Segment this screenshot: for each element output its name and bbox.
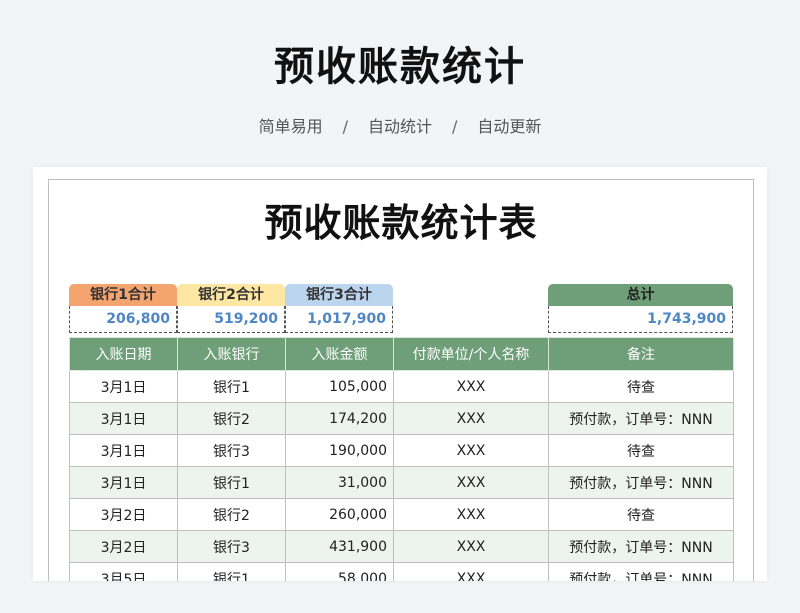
summary-bank3-value: 1,017,900 bbox=[285, 306, 393, 333]
cell-remark[interactable]: 预付款，订单号：NNN bbox=[548, 466, 734, 499]
sheet-frame: 预收账款统计表 银行1合计 206,800 银行2合计 519,200 银行3合… bbox=[48, 179, 754, 581]
tag-auto-update: 自动更新 bbox=[477, 117, 542, 136]
cell-date[interactable]: 3月1日 bbox=[69, 370, 178, 403]
summary-bank2-value: 519,200 bbox=[177, 306, 285, 333]
summary-bank2: 银行2合计 519,200 bbox=[177, 284, 285, 334]
cell-payer[interactable]: XXX bbox=[393, 562, 549, 581]
col-header-remark[interactable]: 备注 bbox=[548, 337, 734, 371]
summary-bank3: 银行3合计 1,017,900 bbox=[285, 284, 393, 334]
cell-remark[interactable]: 预付款，订单号：NNN bbox=[548, 562, 734, 581]
cell-bank[interactable]: 银行3 bbox=[177, 530, 286, 563]
cell-date[interactable]: 3月2日 bbox=[69, 498, 178, 531]
cell-payer[interactable]: XXX bbox=[393, 498, 549, 531]
cell-amount[interactable]: 260,000 bbox=[285, 498, 394, 531]
table-row: 3月1日 银行1 31,000 XXX 预付款，订单号：NNN bbox=[69, 466, 734, 499]
feature-tags: 简单易用 / 自动统计 / 自动更新 bbox=[0, 113, 800, 137]
cell-amount[interactable]: 190,000 bbox=[285, 434, 394, 467]
cell-remark[interactable]: 预付款，订单号：NNN bbox=[548, 402, 734, 435]
table-row: 3月2日 银行2 260,000 XXX 待查 bbox=[69, 498, 734, 531]
cell-bank[interactable]: 银行3 bbox=[177, 434, 286, 467]
summary-bank1: 银行1合计 206,800 bbox=[69, 284, 177, 334]
receipts-table: 入账日期 入账银行 入账金额 付款单位/个人名称 备注 3月1日 银行1 105… bbox=[69, 337, 734, 581]
summary-bank1-value: 206,800 bbox=[69, 306, 177, 333]
cell-date[interactable]: 3月2日 bbox=[69, 530, 178, 563]
col-header-bank[interactable]: 入账银行 bbox=[177, 337, 286, 371]
cell-remark[interactable]: 预付款，订单号：NNN bbox=[548, 530, 734, 563]
sheet-title: 预收账款统计表 bbox=[264, 201, 538, 245]
table-row: 3月1日 银行3 190,000 XXX 待查 bbox=[69, 434, 734, 467]
cell-payer[interactable]: XXX bbox=[393, 530, 549, 563]
col-header-amount[interactable]: 入账金额 bbox=[285, 337, 394, 371]
summary-total: 总计 1,743,900 bbox=[548, 284, 733, 334]
summary-bank3-label: 银行3合计 bbox=[285, 284, 393, 306]
table-row: 3月1日 银行1 105,000 XXX 待查 bbox=[69, 370, 734, 403]
cell-amount[interactable]: 105,000 bbox=[285, 370, 394, 403]
table-row: 3月5日 银行1 58,000 XXX 预付款，订单号：NNN bbox=[69, 562, 734, 581]
spreadsheet-preview: 预收账款统计表 银行1合计 206,800 银行2合计 519,200 银行3合… bbox=[33, 167, 767, 581]
cell-date[interactable]: 3月1日 bbox=[69, 434, 178, 467]
summary-total-value: 1,743,900 bbox=[548, 306, 733, 333]
tag-separator: / bbox=[452, 117, 458, 136]
cell-amount[interactable]: 31,000 bbox=[285, 466, 394, 499]
cell-payer[interactable]: XXX bbox=[393, 434, 549, 467]
cell-bank[interactable]: 银行1 bbox=[177, 466, 286, 499]
cell-date[interactable]: 3月1日 bbox=[69, 466, 178, 499]
cell-amount[interactable]: 431,900 bbox=[285, 530, 394, 563]
tag-separator: / bbox=[342, 117, 348, 136]
cell-remark[interactable]: 待查 bbox=[548, 498, 734, 531]
cell-bank[interactable]: 银行2 bbox=[177, 402, 286, 435]
tag-auto-stat: 自动统计 bbox=[367, 117, 432, 136]
summary-bank2-label: 银行2合计 bbox=[177, 284, 285, 306]
summary-total-label: 总计 bbox=[548, 284, 733, 306]
summary-bank1-label: 银行1合计 bbox=[69, 284, 177, 306]
cell-bank[interactable]: 银行2 bbox=[177, 498, 286, 531]
cell-payer[interactable]: XXX bbox=[393, 402, 549, 435]
cell-date[interactable]: 3月1日 bbox=[69, 402, 178, 435]
cell-remark[interactable]: 待查 bbox=[548, 434, 734, 467]
table-row: 3月2日 银行3 431,900 XXX 预付款，订单号：NNN bbox=[69, 530, 734, 563]
cell-bank[interactable]: 银行1 bbox=[177, 562, 286, 581]
cell-amount[interactable]: 174,200 bbox=[285, 402, 394, 435]
table-row: 3月1日 银行2 174,200 XXX 预付款，订单号：NNN bbox=[69, 402, 734, 435]
col-header-payer[interactable]: 付款单位/个人名称 bbox=[393, 337, 549, 371]
table-header-row: 入账日期 入账银行 入账金额 付款单位/个人名称 备注 bbox=[69, 337, 734, 371]
cell-payer[interactable]: XXX bbox=[393, 466, 549, 499]
tag-easy: 简单易用 bbox=[258, 117, 323, 136]
cell-date[interactable]: 3月5日 bbox=[69, 562, 178, 581]
cell-payer[interactable]: XXX bbox=[393, 370, 549, 403]
cell-bank[interactable]: 银行1 bbox=[177, 370, 286, 403]
cell-remark[interactable]: 待查 bbox=[548, 370, 734, 403]
cell-amount[interactable]: 58,000 bbox=[285, 562, 394, 581]
col-header-date[interactable]: 入账日期 bbox=[69, 337, 178, 371]
page-title: 预收账款统计 bbox=[274, 44, 526, 90]
